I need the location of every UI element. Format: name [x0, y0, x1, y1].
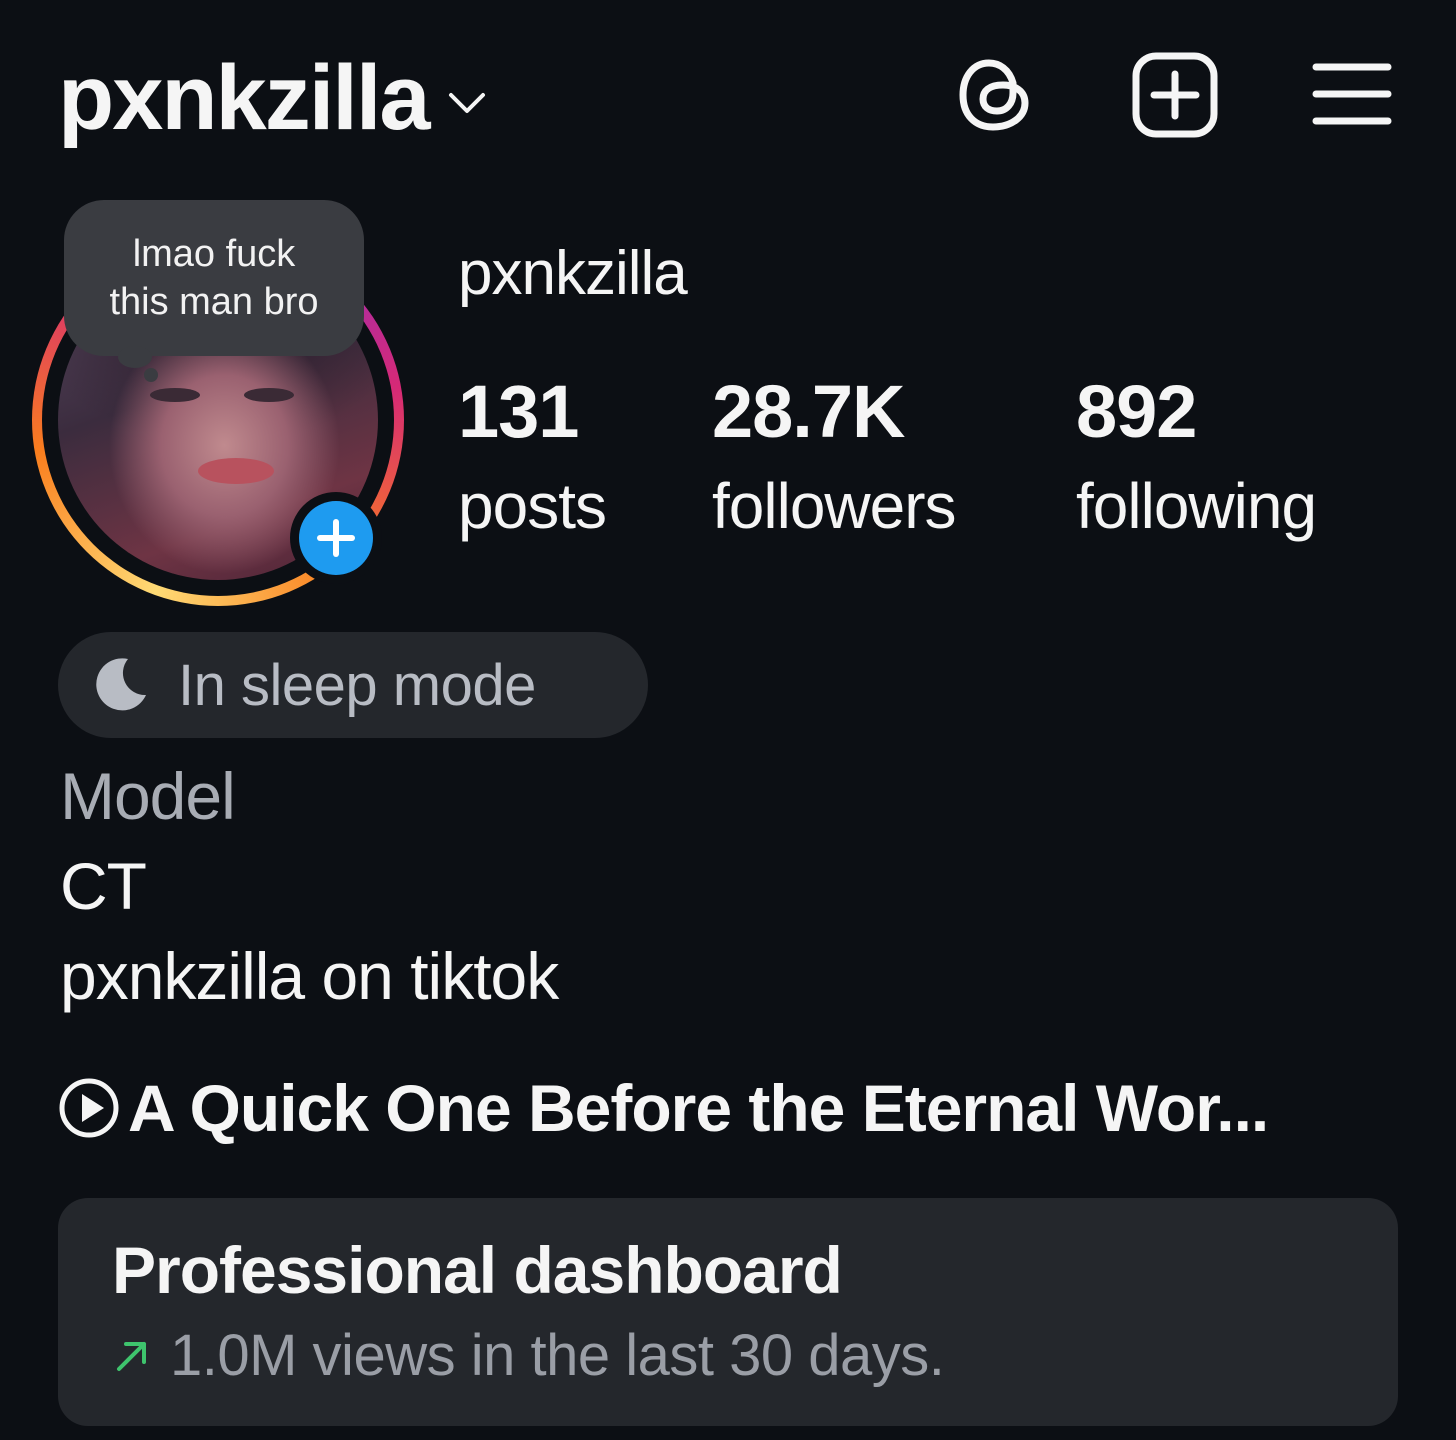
- note-tail: [118, 346, 152, 368]
- dashboard-title: Professional dashboard: [112, 1233, 843, 1307]
- note-line-1: lmao fuck: [132, 233, 296, 275]
- account-switcher[interactable]: pxnkzilla: [58, 48, 487, 148]
- dashboard-subtitle-row: 1.0M views in the last 30 days.: [114, 1322, 945, 1389]
- stat-following[interactable]: 892 following: [1076, 370, 1317, 558]
- bio-category: Model: [60, 759, 236, 833]
- moon-icon: [96, 658, 146, 711]
- threads-button[interactable]: [952, 52, 1038, 138]
- chevron-down-icon: [448, 93, 485, 113]
- note-bubble[interactable]: lmao fuck this man bro: [64, 200, 364, 356]
- note-line-2: this man bro: [109, 281, 319, 323]
- note-tail-dot: [144, 368, 158, 382]
- music-title: A Quick One Before the Eternal Wor...: [128, 1071, 1269, 1145]
- new-post-icon: [1132, 52, 1218, 138]
- trend-up-arrow-icon: [117, 1341, 146, 1371]
- menu-button[interactable]: [1312, 58, 1392, 130]
- followers-count: 28.7K: [712, 370, 905, 453]
- new-post-button[interactable]: [1132, 52, 1218, 138]
- bio-line-2: pxnkzilla on tiktok: [60, 939, 559, 1013]
- status-label: In sleep mode: [178, 652, 536, 718]
- posts-label: posts: [458, 470, 607, 542]
- plus-icon: [317, 519, 355, 557]
- following-count: 892: [1076, 370, 1197, 453]
- followers-label: followers: [712, 470, 957, 542]
- profile-music[interactable]: A Quick One Before the Eternal Wor...: [58, 1070, 1269, 1146]
- add-story-button[interactable]: [290, 492, 382, 584]
- dashboard-subtitle: 1.0M views in the last 30 days.: [170, 1323, 945, 1388]
- bio-line-1: CT: [60, 849, 147, 923]
- posts-count: 131: [458, 370, 579, 453]
- stat-followers[interactable]: 28.7K followers: [712, 370, 957, 558]
- play-circle-icon: [59, 1078, 119, 1138]
- header-username: pxnkzilla: [58, 47, 431, 149]
- threads-icon: [959, 59, 1029, 131]
- professional-dashboard-card[interactable]: Professional dashboard 1.0M views in the…: [58, 1198, 1398, 1426]
- following-label: following: [1076, 470, 1317, 542]
- profile-display-name: pxnkzilla: [458, 239, 688, 308]
- status-pill[interactable]: In sleep mode: [58, 632, 648, 738]
- stat-posts[interactable]: 131 posts: [458, 370, 607, 558]
- menu-icon: [1312, 63, 1392, 125]
